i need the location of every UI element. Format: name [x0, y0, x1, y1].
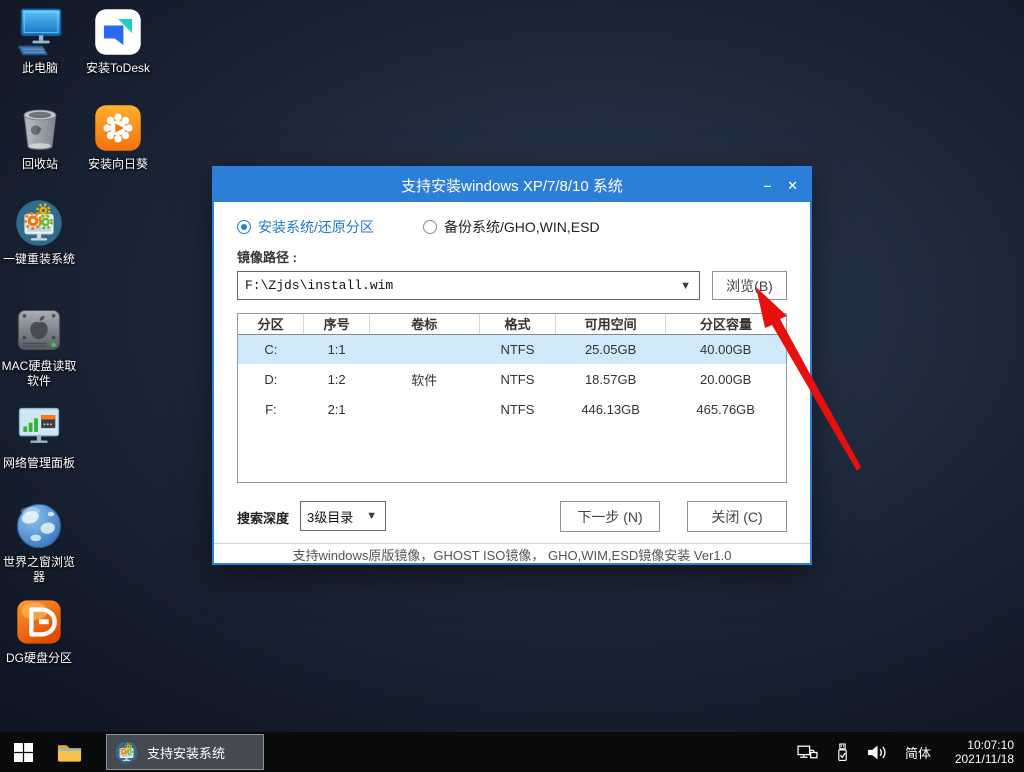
volume-tray-icon[interactable] — [867, 744, 888, 761]
start-button[interactable] — [0, 732, 46, 772]
diskgenius-icon — [13, 596, 65, 648]
next-step-button[interactable]: 下一步 (N) — [560, 501, 660, 532]
reinstall-system-icon — [114, 740, 139, 765]
cell — [370, 394, 480, 424]
cell: 446.13GB — [556, 394, 666, 424]
radio-label: 备份系统/GHO,WIN,ESD — [444, 217, 600, 237]
browse-button[interactable]: 浏览(B) — [712, 271, 787, 300]
desktop-icon-label: 此电脑 — [22, 61, 58, 76]
col-header-free-space: 可用空间 — [556, 314, 666, 334]
globe-browser-icon — [13, 500, 65, 552]
col-header-volume-label: 卷标 — [370, 314, 480, 334]
footer-divider — [214, 543, 810, 544]
desktop-icon-mac-disk-reader[interactable]: MAC硬盘读取软件 — [0, 304, 78, 389]
dialog-footer-text: 支持windows原版镜像，GHOST ISO镜像， GHO,WIM,ESD镜像… — [214, 545, 810, 562]
desktop-icon-dg-partition[interactable]: DG硬盘分区 — [0, 596, 78, 666]
radio-install-restore[interactable]: 安装系统/还原分区 — [237, 217, 374, 237]
dialog-title: 支持安装windows XP/7/8/10 系统 — [401, 175, 623, 196]
system-tray: 简体 10:07:10 2021/11/18 — [797, 738, 1024, 766]
clock-date: 2021/11/18 — [948, 752, 1014, 766]
table-row-c[interactable]: C: 1:1 NTFS 25.05GB 40.00GB — [238, 334, 786, 364]
cell: 18.57GB — [556, 364, 666, 394]
desktop-icon-this-pc[interactable]: 此电脑 — [4, 6, 76, 76]
desktop-icon-network-panel[interactable]: 网络管理面板 — [0, 401, 78, 471]
folder-icon — [56, 740, 83, 764]
desktop-icon-install-sunlogin[interactable]: 安装向日葵 — [78, 102, 158, 172]
taskbar: 支持安装系统 简体 10:07:10 2021/11/18 — [0, 732, 1024, 772]
table-row-f[interactable]: F: 2:1 NTFS 446.13GB 465.76GB — [238, 394, 786, 424]
taskbar-task-install-system[interactable]: 支持安装系统 — [106, 734, 264, 770]
image-path-combobox[interactable]: F:\Zjds\install.wim ▼ — [237, 271, 700, 300]
desktop-icon-label: 一键重装系统 — [3, 252, 75, 267]
cell — [370, 334, 480, 364]
cell: NTFS — [479, 334, 556, 364]
image-path-value: F:\Zjds\install.wim — [238, 278, 672, 293]
mac-disk-icon — [13, 304, 65, 356]
network-tray-icon[interactable] — [797, 744, 818, 761]
radio-label: 安装系统/还原分区 — [258, 217, 374, 237]
cell: 20.00GB — [665, 364, 786, 394]
cell: 2:1 — [304, 394, 370, 424]
dialog-titlebar[interactable]: 支持安装windows XP/7/8/10 系统 – ✕ — [214, 168, 810, 202]
radio-selected-icon — [237, 220, 251, 234]
reinstall-system-icon — [13, 197, 65, 249]
chevron-down-icon[interactable]: ▼ — [672, 280, 699, 292]
desktop-icon-label: 安装向日葵 — [88, 157, 148, 172]
desktop-icon-label: 网络管理面板 — [3, 456, 75, 471]
col-header-index: 序号 — [304, 314, 370, 334]
cell: 1:1 — [304, 334, 370, 364]
close-dialog-button[interactable]: 关闭 (C) — [687, 501, 787, 532]
col-header-format: 格式 — [479, 314, 556, 334]
partition-table: 分区 序号 卷标 格式 可用空间 分区容量 C: 1:1 NTFS 25.05 — [237, 313, 787, 483]
desktop: 此电脑 安装ToDesk 回收站 安装向日葵 一键重装系统 MAC硬盘读取软件 … — [0, 0, 1024, 772]
image-path-label: 镜像路径 : — [237, 247, 297, 266]
cell: 1:2 — [304, 364, 370, 394]
cell: NTFS — [479, 364, 556, 394]
cell: NTFS — [479, 394, 556, 424]
cell: 40.00GB — [665, 334, 786, 364]
sunlogin-icon — [92, 102, 144, 154]
radio-backup-system[interactable]: 备份系统/GHO,WIN,ESD — [423, 217, 600, 237]
desktop-icon-label: 安装ToDesk — [86, 61, 150, 76]
col-header-capacity: 分区容量 — [665, 314, 786, 334]
clock-time: 10:07:10 — [948, 738, 1014, 752]
cell: 465.76GB — [665, 394, 786, 424]
mode-radio-group: 安装系统/还原分区 备份系统/GHO,WIN,ESD — [237, 217, 790, 235]
cell: 25.05GB — [556, 334, 666, 364]
desktop-icon-one-key-reinstall[interactable]: 一键重装系统 — [0, 197, 78, 267]
search-depth-label: 搜索深度 — [237, 508, 289, 527]
search-depth-value: 3级目录 — [301, 507, 358, 526]
close-window-button[interactable]: ✕ — [787, 179, 798, 192]
usb-tray-icon[interactable] — [835, 743, 850, 762]
desktop-icon-label: DG硬盘分区 — [6, 651, 72, 666]
ime-language-indicator[interactable]: 简体 — [905, 743, 931, 762]
todesk-icon — [92, 6, 144, 58]
table-header-row: 分区 序号 卷标 格式 可用空间 分区容量 — [238, 314, 786, 334]
minimize-button[interactable]: – — [764, 179, 771, 192]
cell: C: — [238, 334, 304, 364]
cell: 软件 — [370, 364, 480, 394]
table-row-d[interactable]: D: 1:2 软件 NTFS 18.57GB 20.00GB — [238, 364, 786, 394]
computer-icon — [14, 6, 66, 58]
cell: D: — [238, 364, 304, 394]
network-panel-icon — [13, 401, 65, 453]
col-header-partition: 分区 — [238, 314, 304, 334]
chevron-down-icon: ▼ — [358, 510, 385, 522]
radio-unselected-icon — [423, 220, 437, 234]
task-label: 支持安装系统 — [147, 743, 225, 762]
desktop-icon-world-window-browser[interactable]: 世界之窗浏览器 — [0, 500, 78, 585]
desktop-icon-label: 世界之窗浏览器 — [0, 555, 78, 585]
desktop-icon-install-todesk[interactable]: 安装ToDesk — [78, 6, 158, 76]
cell: F: — [238, 394, 304, 424]
file-explorer-button[interactable] — [46, 732, 92, 772]
desktop-icon-label: MAC硬盘读取软件 — [0, 359, 78, 389]
recycle-bin-icon — [14, 102, 66, 154]
taskbar-clock[interactable]: 10:07:10 2021/11/18 — [948, 738, 1014, 766]
desktop-icon-recycle-bin[interactable]: 回收站 — [4, 102, 76, 172]
windows-logo-icon — [14, 743, 33, 762]
search-depth-dropdown[interactable]: 3级目录 ▼ — [300, 501, 386, 531]
desktop-icon-label: 回收站 — [22, 157, 58, 172]
install-dialog: 支持安装windows XP/7/8/10 系统 – ✕ 安装系统/还原分区 备… — [212, 166, 812, 565]
